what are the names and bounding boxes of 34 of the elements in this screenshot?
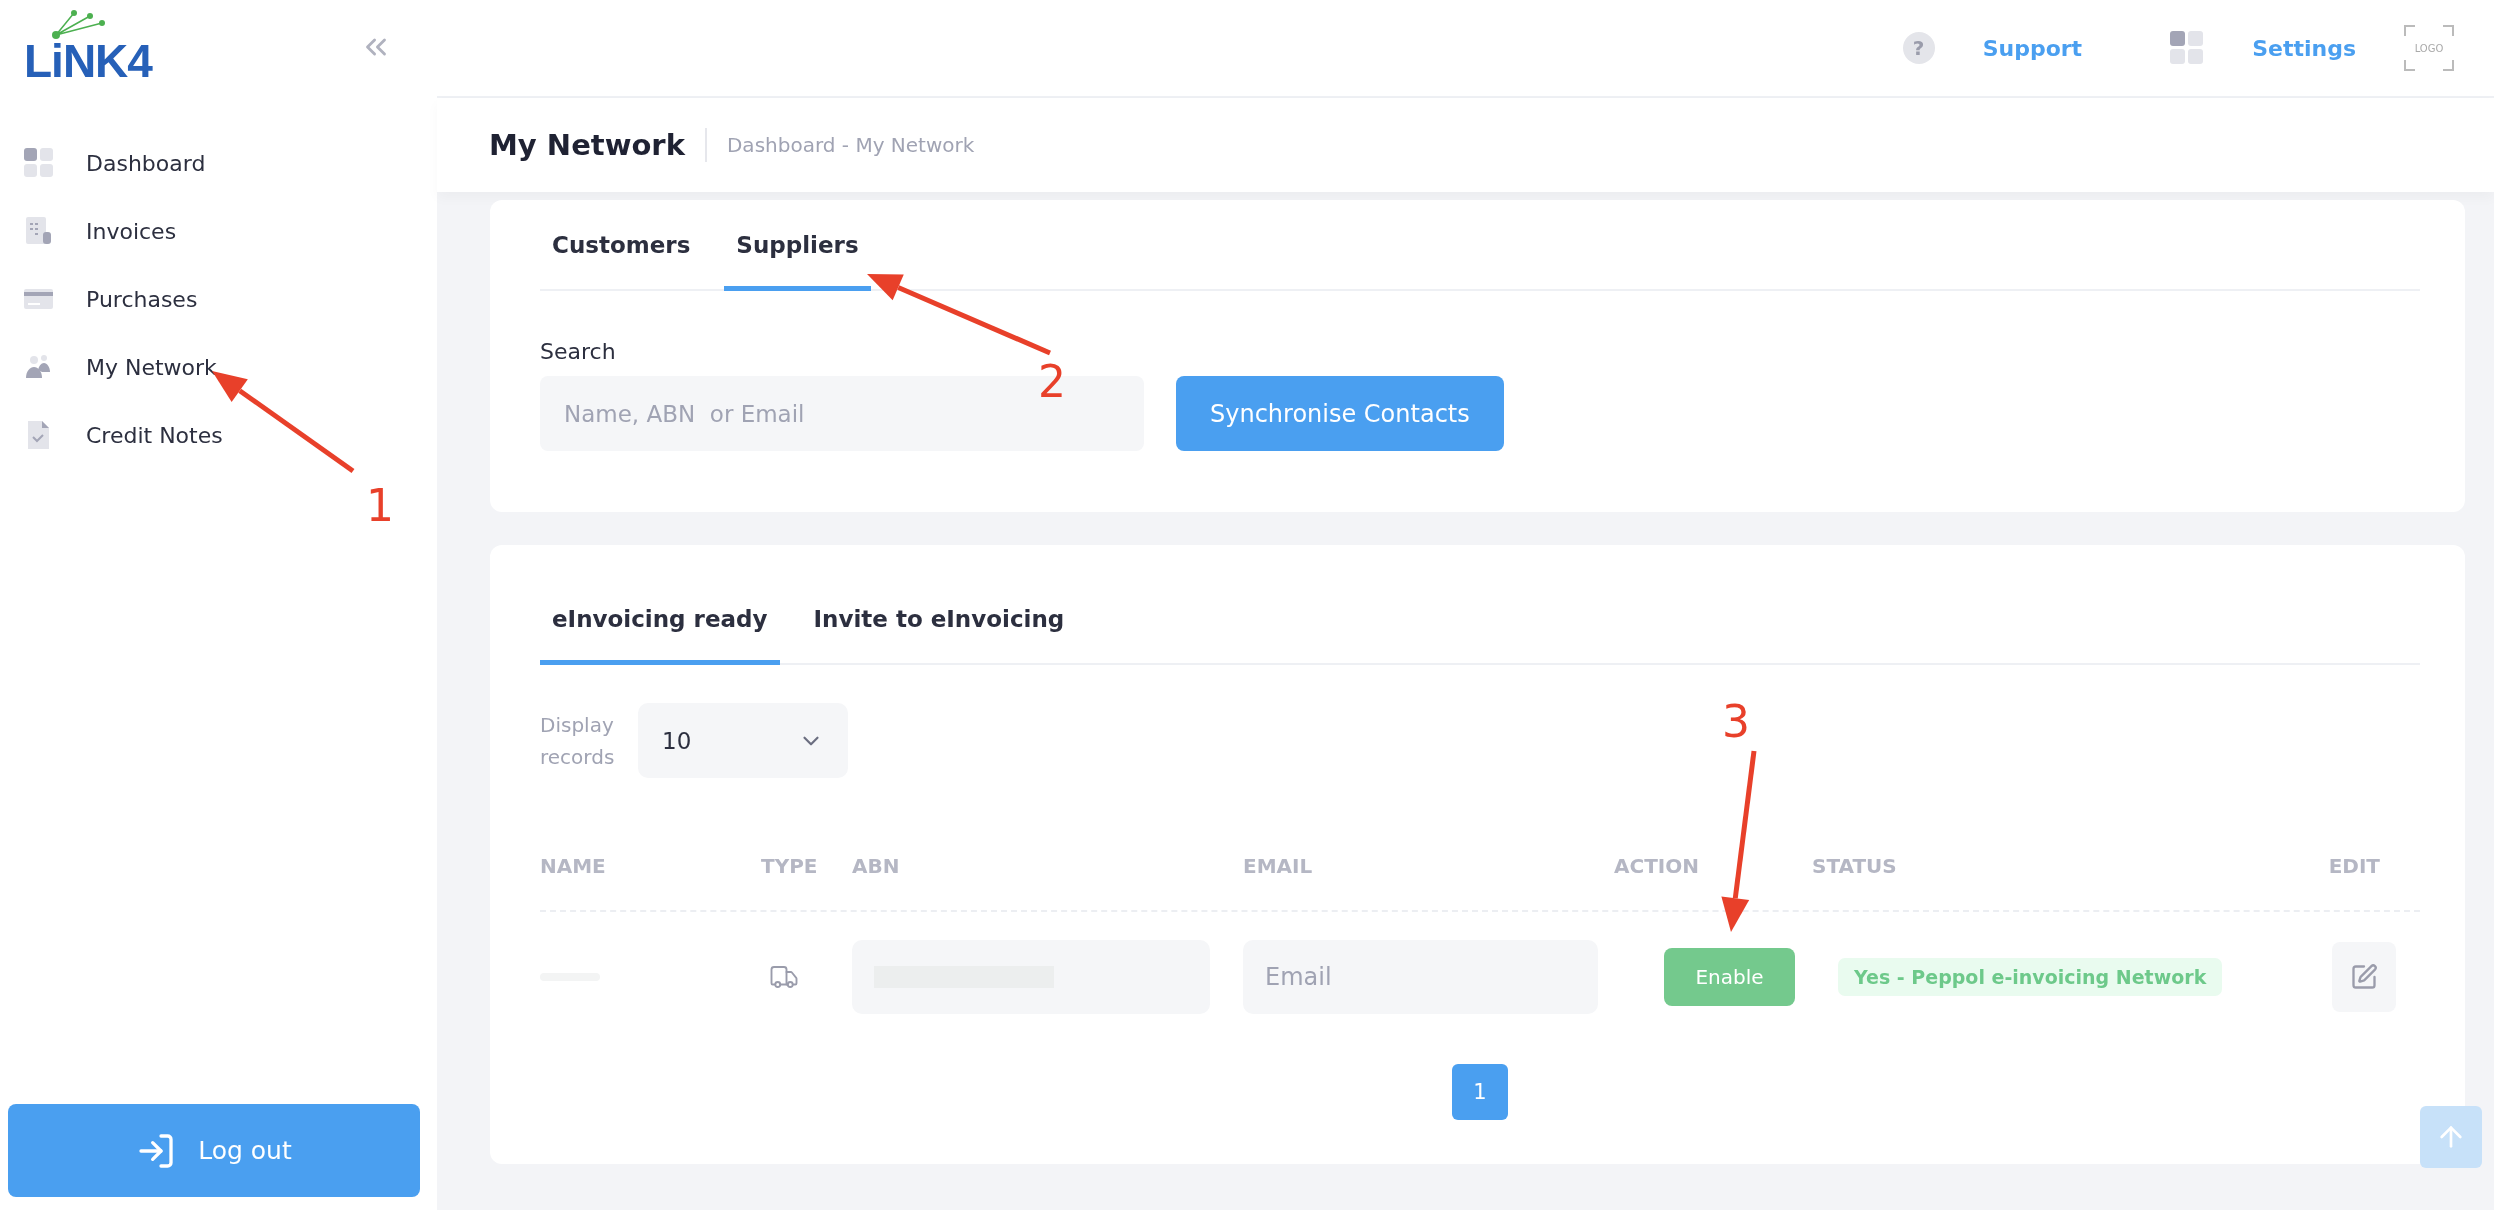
status-tag: Yes - Peppol e-invoicing Network [1838, 958, 2223, 996]
page-title: My Network [489, 128, 707, 162]
column-header: NAME [540, 854, 606, 878]
grid-icon [2170, 31, 2205, 65]
list-tab[interactable]: Invite to eInvoicing [801, 545, 1077, 665]
edit-icon [2350, 963, 2378, 991]
contact-tab[interactable]: Customers [540, 200, 703, 291]
column-header: STATUS [1812, 854, 1897, 878]
column-header: TYPE [761, 854, 818, 878]
column-header: EDIT [2328, 854, 2380, 878]
sidebar-item[interactable]: My Network [24, 344, 413, 390]
sidebar-item[interactable]: Dashboard [24, 140, 413, 186]
scroll-top-button[interactable] [2420, 1106, 2482, 1168]
logo-placeholder-text: LOGO [2414, 42, 2444, 54]
dashboard-icon [24, 148, 54, 178]
column-header: ACTION [1614, 854, 1699, 878]
records-label: Display records [540, 711, 616, 771]
search-label: Search [540, 339, 617, 364]
help-icon: ? [1902, 32, 1935, 64]
list-tab[interactable]: eInvoicing ready [540, 545, 780, 665]
annotation-number: 1 [366, 484, 394, 528]
breadcrumb: Dashboard - My Network [726, 133, 975, 157]
contact-tab[interactable]: Suppliers [724, 200, 871, 291]
column-header: ABN [852, 854, 900, 878]
frame-corners-icon [2404, 25, 2454, 71]
annotation-number: 3 [1722, 700, 1750, 744]
records-select[interactable]: 10 [638, 703, 848, 778]
column-header: EMAIL [1243, 854, 1313, 878]
sidebar-item[interactable]: Credit Notes [24, 412, 413, 458]
sidebar-item[interactable]: Invoices [24, 208, 413, 254]
edit-button[interactable] [2332, 942, 2396, 1012]
logo: LiNK4 [24, 35, 152, 87]
sidebar-item[interactable]: Purchases [24, 276, 413, 322]
receipt-icon [24, 216, 54, 246]
